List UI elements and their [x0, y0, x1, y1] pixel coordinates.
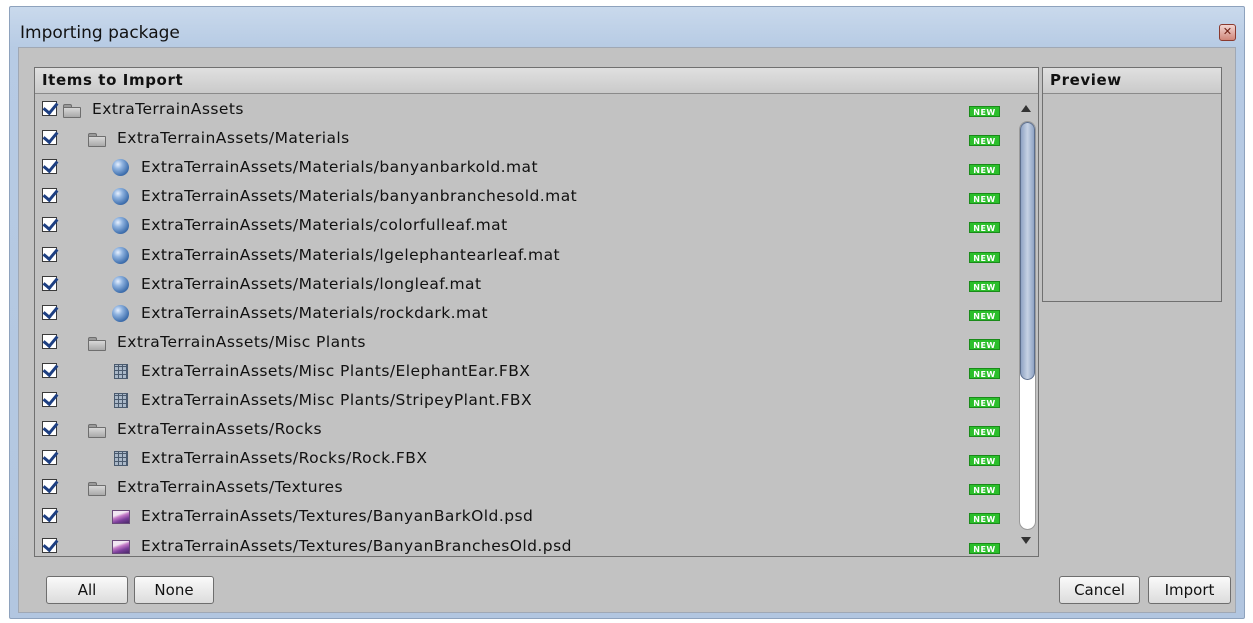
- import-item-row[interactable]: ExtraTerrainAssets NEW: [35, 95, 1016, 124]
- item-checkbox[interactable]: [42, 130, 57, 146]
- new-badge: NEW: [969, 280, 1000, 292]
- scroll-down-arrow-icon[interactable]: [1021, 537, 1031, 544]
- new-badge: NEW: [969, 251, 1000, 263]
- import-item-row[interactable]: ExtraTerrainAssets/Materials/banyanbarko…: [35, 153, 1016, 182]
- new-badge: NEW: [969, 455, 1000, 467]
- scroll-up-arrow-icon[interactable]: [1021, 105, 1031, 112]
- import-item-row[interactable]: ExtraTerrainAssets/Materials NEW: [35, 124, 1016, 153]
- item-label: ExtraTerrainAssets/Materials/colorfullea…: [141, 216, 508, 235]
- preview-panel-header: Preview: [1043, 68, 1221, 94]
- item-checkbox[interactable]: [42, 508, 57, 524]
- texture-icon: [111, 507, 130, 526]
- dialog-content: Items to Import ExtraTerrainAssets NEW Ext…: [18, 47, 1236, 613]
- import-item-row[interactable]: ExtraTerrainAssets/Textures NEW: [35, 473, 1016, 502]
- item-checkbox[interactable]: [42, 159, 57, 175]
- select-none-button[interactable]: None: [134, 576, 214, 604]
- model-icon: [111, 391, 130, 410]
- new-badge: NEW: [969, 397, 1000, 408]
- new-badge: NEW: [969, 513, 1000, 525]
- new-badge: NEW: [969, 426, 1000, 438]
- scroll-track[interactable]: [1019, 121, 1036, 530]
- vertical-scrollbar[interactable]: [1016, 95, 1038, 556]
- close-icon[interactable]: ✕: [1219, 24, 1236, 41]
- item-label: ExtraTerrainAssets/Materials/banyanbarko…: [141, 158, 539, 177]
- material-icon: [111, 216, 130, 235]
- import-item-row[interactable]: ExtraTerrainAssets/Materials/lgelephante…: [35, 241, 1016, 270]
- scroll-thumb[interactable]: [1020, 122, 1035, 380]
- item-label: ExtraTerrainAssets/Misc Plants/ElephantE…: [141, 361, 531, 380]
- material-icon: [111, 246, 130, 265]
- new-badge: NEW: [969, 164, 1000, 176]
- preview-panel: Preview: [1042, 67, 1222, 302]
- item-checkbox[interactable]: [42, 304, 57, 320]
- item-label: ExtraTerrainAssets/Rocks/Rock.FBX: [141, 449, 428, 468]
- material-icon: [111, 187, 130, 206]
- items-to-import-panel: Items to Import ExtraTerrainAssets NEW Ext…: [34, 67, 1039, 557]
- import-item-row[interactable]: ExtraTerrainAssets/Misc Plants/StripeyPl…: [35, 386, 1016, 415]
- item-checkbox[interactable]: [42, 537, 57, 553]
- item-checkbox[interactable]: [42, 188, 57, 204]
- item-checkbox[interactable]: [42, 333, 57, 349]
- item-checkbox[interactable]: [42, 275, 57, 291]
- item-checkbox[interactable]: [42, 421, 57, 437]
- item-label: ExtraTerrainAssets: [92, 100, 244, 118]
- import-package-window: Importing package ✕ Items to Import Extr…: [9, 6, 1245, 619]
- import-item-row[interactable]: ExtraTerrainAssets/Materials/colorfullea…: [35, 211, 1016, 240]
- item-label: ExtraTerrainAssets/Textures/BanyanBarkOl…: [141, 507, 534, 526]
- model-icon: [111, 362, 130, 381]
- item-label: ExtraTerrainAssets/Materials: [117, 129, 350, 148]
- new-badge: NEW: [969, 193, 1000, 205]
- import-item-row[interactable]: ExtraTerrainAssets/Materials/rockdark.ma…: [35, 299, 1016, 328]
- import-item-row[interactable]: ExtraTerrainAssets/Textures/BanyanBarkOl…: [35, 502, 1016, 531]
- new-badge: NEW: [969, 106, 1000, 117]
- import-item-row[interactable]: ExtraTerrainAssets/Rocks/Rock.FBX NEW: [35, 444, 1016, 473]
- import-item-row[interactable]: ExtraTerrainAssets/Materials/longleaf.ma…: [35, 270, 1016, 299]
- new-badge: NEW: [969, 542, 1000, 554]
- item-label: ExtraTerrainAssets/Misc Plants/StripeyPl…: [141, 391, 533, 409]
- item-checkbox[interactable]: [42, 101, 57, 116]
- item-label: ExtraTerrainAssets/Textures: [117, 478, 344, 497]
- model-icon: [111, 449, 130, 468]
- item-checkbox[interactable]: [42, 246, 57, 262]
- item-label: ExtraTerrainAssets/Materials/longleaf.ma…: [141, 274, 482, 293]
- cancel-button[interactable]: Cancel: [1059, 576, 1140, 604]
- folder-icon: [87, 129, 106, 148]
- material-icon: [111, 158, 130, 177]
- import-item-row[interactable]: ExtraTerrainAssets/Misc Plants NEW: [35, 328, 1016, 357]
- material-icon: [111, 275, 130, 294]
- import-item-row[interactable]: ExtraTerrainAssets/Materials/banyanbranc…: [35, 182, 1016, 211]
- new-badge: NEW: [969, 338, 1000, 350]
- item-label: ExtraTerrainAssets/Materials/banyanbranc…: [141, 187, 578, 206]
- new-badge: NEW: [969, 222, 1000, 234]
- item-label: ExtraTerrainAssets/Materials/lgelephante…: [141, 245, 561, 264]
- new-badge: NEW: [969, 135, 1000, 147]
- new-badge: NEW: [969, 367, 1000, 379]
- select-all-button[interactable]: All: [46, 576, 128, 604]
- items-panel-header: Items to Import: [35, 68, 1038, 94]
- item-label: ExtraTerrainAssets/Misc Plants: [117, 332, 366, 351]
- item-checkbox[interactable]: [42, 392, 57, 407]
- new-badge: NEW: [969, 309, 1000, 321]
- item-checkbox[interactable]: [42, 479, 57, 495]
- import-item-row[interactable]: ExtraTerrainAssets/Rocks NEW: [35, 415, 1016, 444]
- item-label: ExtraTerrainAssets/Materials/rockdark.ma…: [141, 303, 489, 322]
- item-checkbox[interactable]: [42, 450, 57, 466]
- import-item-row[interactable]: ExtraTerrainAssets/Textures/BanyanBranch…: [35, 532, 1016, 557]
- item-label: ExtraTerrainAssets/Textures/BanyanBranch…: [141, 536, 572, 555]
- material-icon: [111, 304, 130, 323]
- import-item-row[interactable]: ExtraTerrainAssets/Misc Plants/ElephantE…: [35, 357, 1016, 386]
- new-badge: NEW: [969, 484, 1000, 496]
- folder-icon: [62, 100, 81, 119]
- item-checkbox[interactable]: [42, 362, 57, 378]
- item-label: ExtraTerrainAssets/Rocks: [117, 420, 322, 439]
- import-item-list: ExtraTerrainAssets NEW ExtraTerrainAssets/…: [35, 95, 1016, 556]
- folder-icon: [87, 478, 106, 497]
- texture-icon: [111, 537, 130, 556]
- window-title: Importing package: [20, 23, 180, 43]
- folder-icon: [87, 333, 106, 352]
- import-button[interactable]: Import: [1148, 576, 1231, 604]
- item-checkbox[interactable]: [42, 217, 57, 233]
- folder-icon: [87, 420, 106, 439]
